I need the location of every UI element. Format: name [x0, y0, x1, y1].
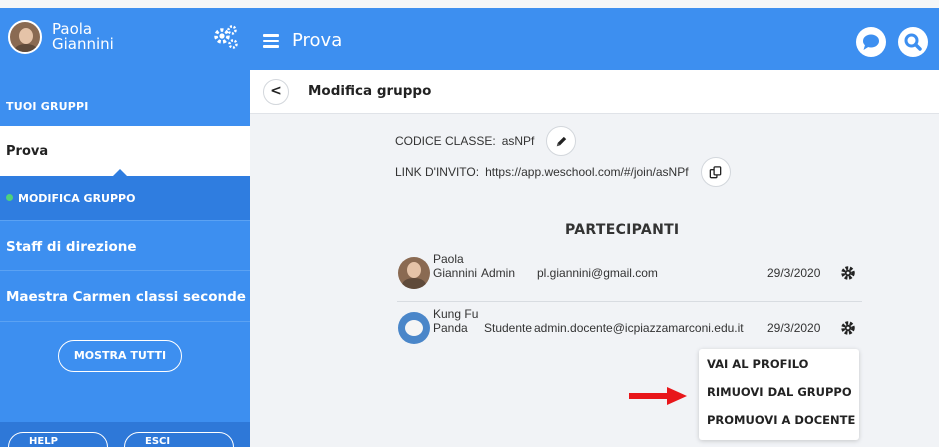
menu-item-remove-from-group[interactable]: RIMUOVI DAL GRUPPO [707, 385, 852, 399]
participant-divider [397, 301, 862, 302]
chat-button[interactable] [856, 27, 886, 57]
edit-code-button[interactable] [546, 126, 577, 156]
class-code-label: CODICE CLASSE: [395, 134, 496, 148]
participant-last-name: Giannini [433, 266, 478, 280]
browser-top-strip [0, 0, 939, 8]
class-code-row: CODICE CLASSE: asNPf [395, 126, 577, 156]
sidebar-item-group[interactable]: Staff di direzione [0, 220, 250, 271]
subheader-title: Modifica gruppo [308, 83, 432, 99]
participant-first-name: Kung Fu [433, 307, 479, 321]
online-dot-icon [6, 194, 13, 201]
participant-row: Kung Fu Panda Studente admin.docente@icp… [397, 305, 862, 351]
participant-first-name: Paola [433, 252, 464, 266]
top-header: Prova [250, 8, 939, 70]
search-icon [904, 33, 922, 51]
participant-name[interactable]: Paola Giannini [433, 252, 483, 280]
participant-last-name: Panda [433, 321, 468, 335]
participant-role: Studente [484, 321, 533, 335]
invite-link-row: LINK D'INVITO: https://app.weschool.com/… [395, 157, 731, 187]
participant-email: admin.docente@icpiazzamarconi.edu.it [534, 321, 744, 335]
help-button[interactable]: HELP [8, 432, 108, 447]
sidebar: Paola Giannini TUOI GRUPPI Prova MODIFIC… [0, 8, 250, 447]
invite-link-value[interactable]: https://app.weschool.com/#/join/asNPf [485, 165, 688, 179]
participant-role: Admin [481, 266, 516, 280]
gear-icon[interactable] [840, 265, 856, 281]
avatar[interactable] [398, 312, 430, 344]
page-title: Prova [292, 30, 343, 51]
participants-title: PARTECIPANTI [565, 222, 680, 238]
group-label: Maestra Carmen classi seconde [6, 289, 246, 305]
participant-email: pl.giannini@gmail.com [537, 266, 658, 280]
my-groups-label: TUOI GRUPPI [6, 100, 89, 113]
copy-icon [709, 165, 722, 178]
sidebar-item-group[interactable]: Maestra Carmen classi seconde [0, 271, 250, 322]
group-label: Staff di direzione [6, 239, 137, 255]
hamburger-menu-icon[interactable] [263, 34, 279, 48]
menu-item-promote-to-teacher[interactable]: PROMUOVI A DOCENTE [707, 413, 855, 427]
main-content: < Modifica gruppo CODICE CLASSE: asNPf L… [250, 70, 939, 447]
sidebar-item-active-group[interactable]: Prova [0, 126, 250, 177]
pencil-icon [556, 136, 567, 146]
chat-bubble-icon [863, 34, 879, 50]
gear-icon[interactable] [840, 320, 856, 336]
show-all-button[interactable]: MOSTRA TUTTI [58, 340, 182, 372]
participant-context-menu: VAI AL PROFILO RIMUOVI DAL GRUPPO PROMUO… [699, 349, 859, 440]
gears-icon[interactable] [212, 24, 240, 52]
participant-date: 29/3/2020 [767, 266, 821, 280]
user-profile[interactable]: Paola Giannini [0, 8, 250, 70]
participant-date: 29/3/2020 [767, 321, 821, 335]
edit-group-label: MODIFICA GRUPPO [18, 192, 136, 205]
search-button[interactable] [898, 27, 928, 57]
active-group-label: Prova [6, 144, 49, 159]
class-code-value: asNPf [501, 134, 535, 148]
back-button[interactable]: < [263, 79, 289, 105]
invite-link-label: LINK D'INVITO: [395, 165, 480, 179]
avatar[interactable] [8, 20, 42, 54]
edit-group-button[interactable]: MODIFICA GRUPPO [0, 176, 250, 220]
participant-row: Paola Giannini Admin pl.giannini@gmail.c… [397, 250, 862, 296]
copy-link-button[interactable] [700, 157, 731, 187]
subheader: < Modifica gruppo [250, 70, 939, 114]
user-name: Paola Giannini [52, 20, 114, 53]
menu-item-view-profile[interactable]: VAI AL PROFILO [707, 357, 808, 371]
participant-name[interactable]: Kung Fu Panda [433, 307, 483, 335]
red-arrow-annotation [629, 387, 687, 405]
avatar[interactable] [398, 257, 430, 289]
logout-button[interactable]: ESCI [124, 432, 234, 447]
